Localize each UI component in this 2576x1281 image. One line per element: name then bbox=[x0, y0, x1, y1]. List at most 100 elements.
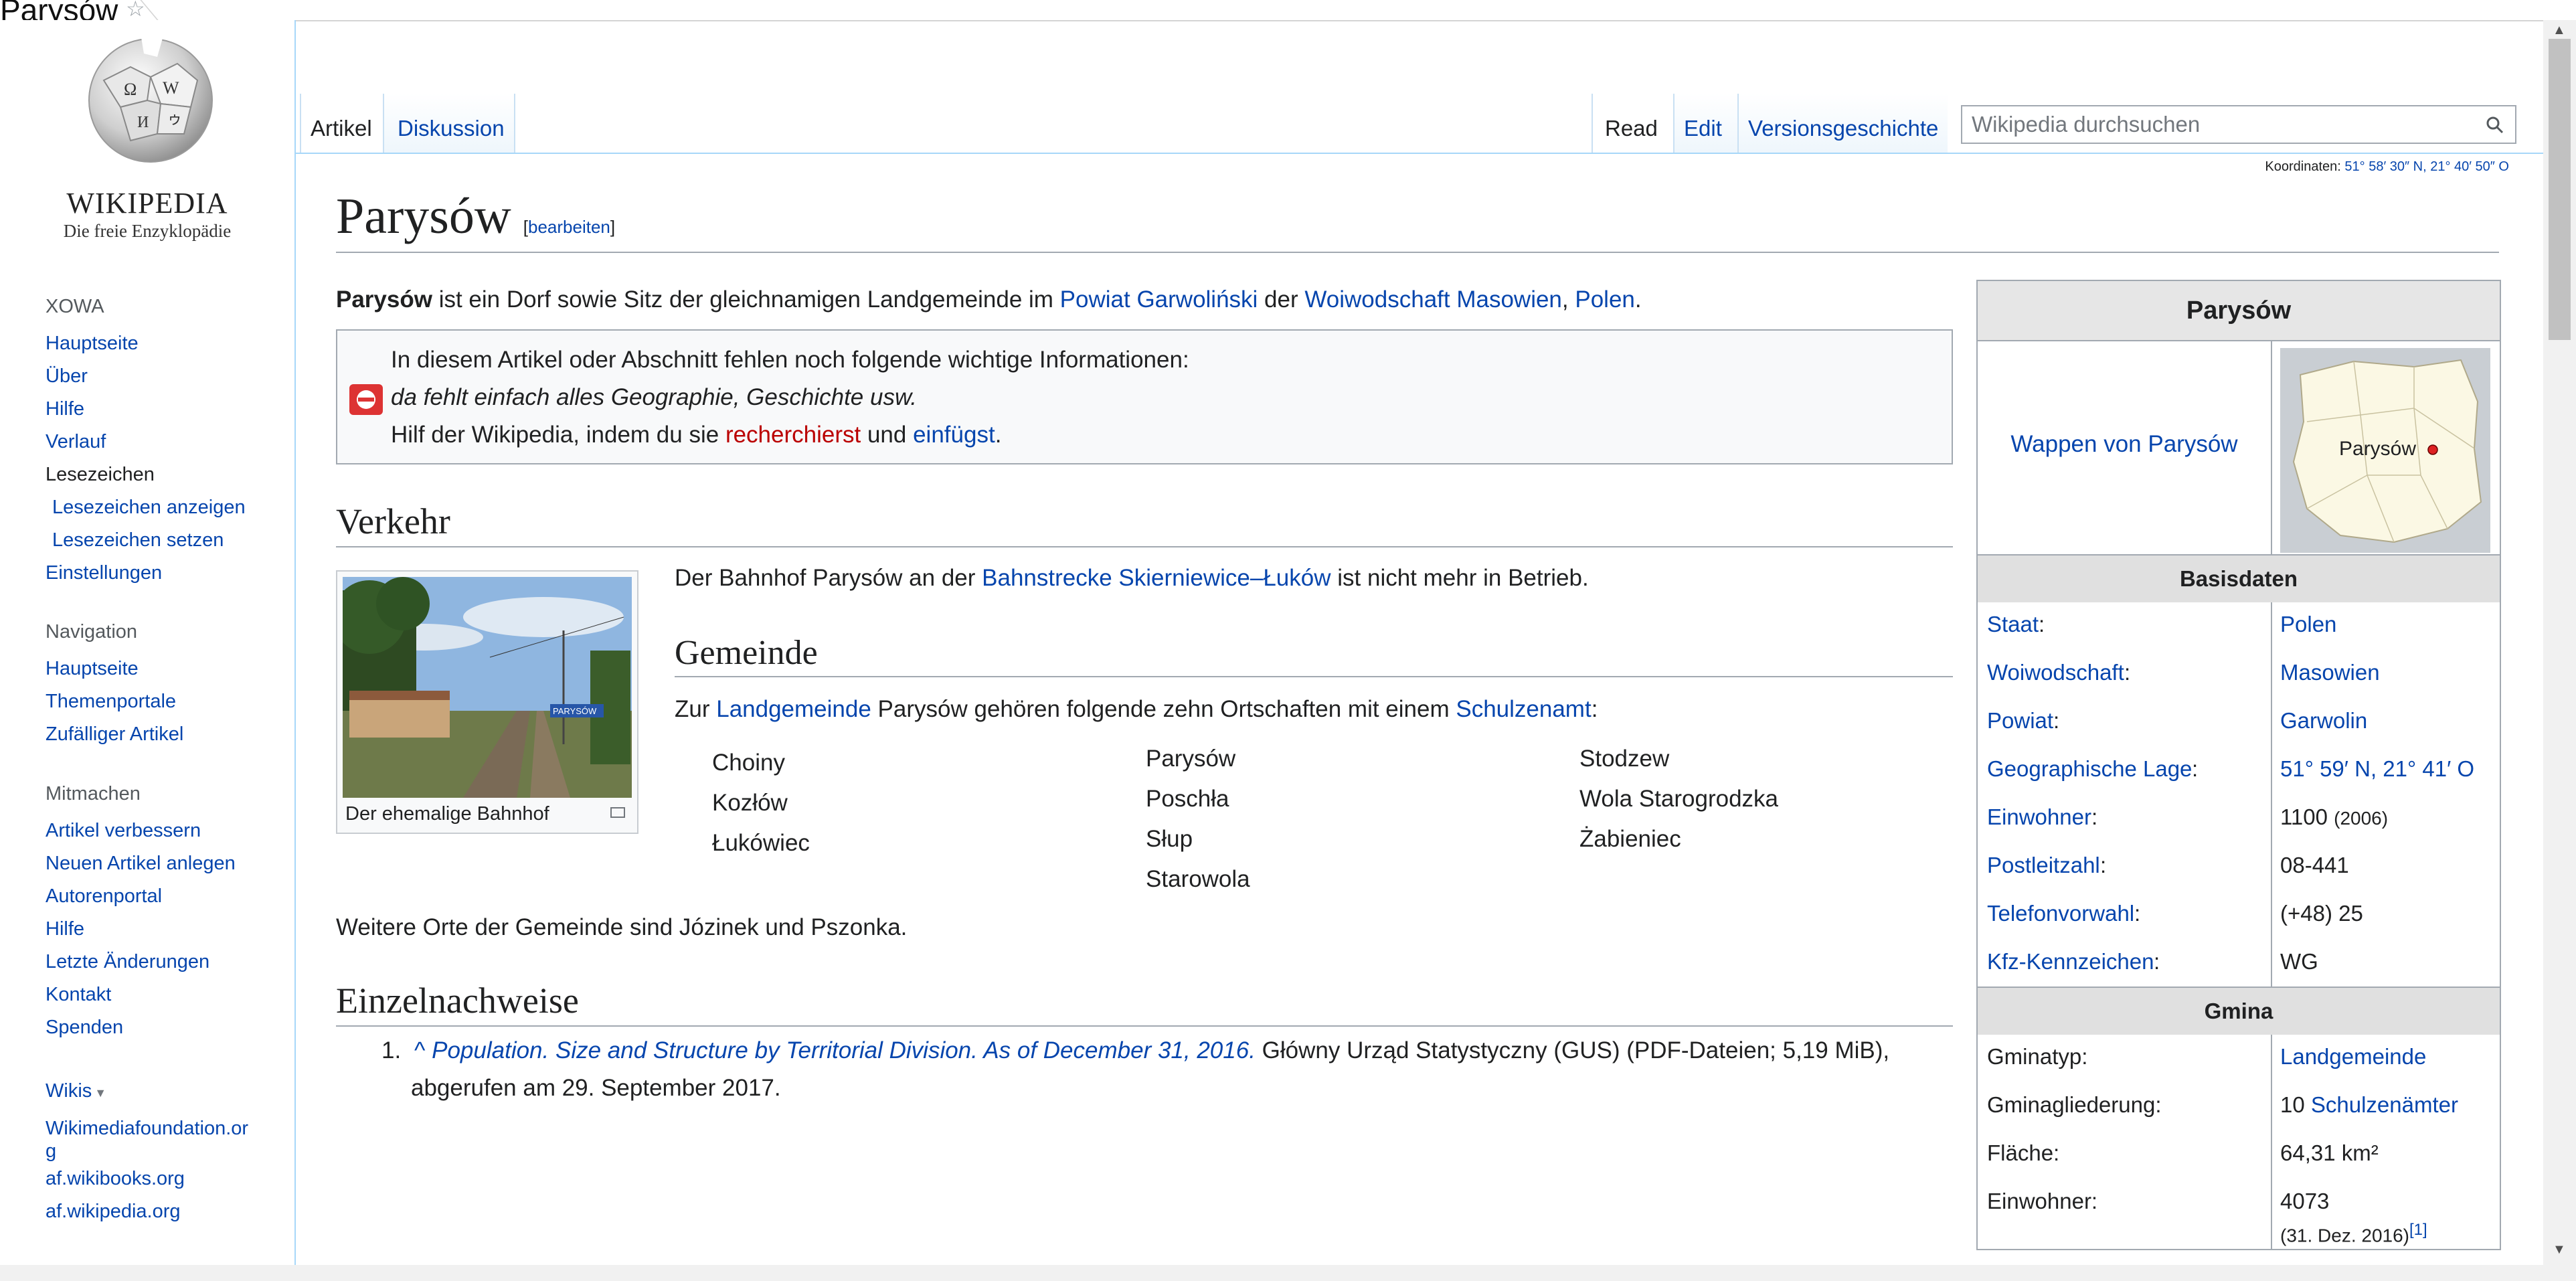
horizontal-scrollbar[interactable] bbox=[0, 1265, 2576, 1281]
infobox-label-lage[interactable]: Geographische Lage bbox=[1987, 756, 2192, 782]
infobox-label-telefonvorwahl[interactable]: Telefonvorwahl bbox=[1987, 901, 2134, 926]
infobox-label-powiat[interactable]: Powiat bbox=[1987, 708, 2053, 734]
logo-tagline: Die freie Enzyklopädie bbox=[63, 221, 232, 241]
sidebar-item-einstellungen[interactable]: Einstellungen bbox=[46, 557, 246, 590]
tab-read[interactable]: Read bbox=[1592, 94, 1673, 154]
search-icon[interactable] bbox=[2484, 114, 2506, 136]
sidebar-item-hauptseite[interactable]: Hauptseite bbox=[46, 327, 246, 360]
infobox-row-gminagliederung: Gminagliederung: 10 Schulzenämter bbox=[1978, 1083, 2500, 1132]
infobox-head-basisdaten: Basisdaten bbox=[1978, 554, 2500, 604]
section-rule bbox=[336, 546, 1953, 547]
edit-link[interactable]: bearbeiten bbox=[528, 217, 610, 237]
weitere-paragraph: Weitere Orte der Gemeinde sind Józinek u… bbox=[336, 914, 908, 940]
sidebar-item-autorenportal[interactable]: Autorenportal bbox=[46, 880, 236, 913]
cell-divider bbox=[2271, 1179, 2272, 1249]
infobox-label-einwohner[interactable]: Einwohner bbox=[1987, 804, 2091, 830]
reference-item: 1. ^ Population. Size and Structure by T… bbox=[381, 1032, 1889, 1070]
tab-article[interactable]: Artikel bbox=[300, 94, 383, 154]
notice-line: Hilf der Wikipedia, indem du sie recherc… bbox=[391, 416, 1189, 454]
places-column-2: Parysów Poschła Słup Starowola bbox=[1146, 739, 1250, 900]
link-einfuegst[interactable]: einfügst bbox=[913, 422, 995, 448]
link-polen[interactable]: Polen bbox=[1575, 286, 1635, 313]
infobox-value-woiwodschaft[interactable]: Masowien bbox=[2280, 660, 2380, 685]
sidebar-item-neuen-artikel[interactable]: Neuen Artikel anlegen bbox=[46, 847, 236, 880]
tab-history[interactable]: Versionsgeschichte bbox=[1737, 94, 1948, 154]
value-text: 1100 bbox=[2280, 804, 2328, 829]
reference-backlink[interactable]: ^ bbox=[414, 1037, 425, 1063]
link-recherchierst[interactable]: recherchierst bbox=[725, 422, 861, 448]
link-woiwodschaft[interactable]: Woiwodschaft Masowien bbox=[1304, 286, 1562, 313]
warning-icon bbox=[349, 384, 383, 415]
sidebar-item-af-wikipedia[interactable]: af.wikipedia.org bbox=[46, 1195, 248, 1228]
link-landgemeinde[interactable]: Landgemeinde bbox=[716, 696, 871, 722]
sidebar-item-af-wikibooks[interactable]: af.wikibooks.org bbox=[46, 1163, 248, 1195]
reference-list: 1. ^ Population. Size and Structure by T… bbox=[381, 1032, 1889, 1107]
sidebar-item-hilfe-mitmachen[interactable]: Hilfe bbox=[46, 913, 236, 946]
infobox-label-staat[interactable]: Staat bbox=[1987, 612, 2039, 637]
sidebar-item-zufaelliger-artikel[interactable]: Zufälliger Artikel bbox=[46, 718, 183, 751]
label-colon: : bbox=[2124, 660, 2131, 685]
sidebar-item-themenportale[interactable]: Themenportale bbox=[46, 685, 183, 718]
footnote-link[interactable]: [1] bbox=[2409, 1221, 2427, 1239]
tab-edge bbox=[140, 0, 185, 20]
logo-wordmark: WIKIPEDIA bbox=[66, 187, 228, 220]
sidebar-item-hilfe[interactable]: Hilfe bbox=[46, 393, 246, 426]
sidebar-item-verlauf[interactable]: Verlauf bbox=[46, 426, 246, 458]
sidebar-item-artikel-verbessern[interactable]: Artikel verbessern bbox=[46, 815, 236, 847]
gemeinde-text: : bbox=[1591, 696, 1598, 722]
link-bahnstrecke[interactable]: Bahnstrecke Skierniewice–Łuków bbox=[982, 565, 1330, 591]
intro-paragraph: Parysów ist ein Dorf sowie Sitz der glei… bbox=[336, 281, 1642, 319]
sidebar-item-wikimediafoundation[interactable]: Wikimediafoundation.or bbox=[46, 1117, 248, 1140]
section-heading-einzelnachweise: Einzelnachweise bbox=[336, 980, 579, 1021]
scroll-down-icon[interactable]: ▼ bbox=[2553, 1242, 2566, 1258]
sidebar-item-letzte-aenderungen[interactable]: Letzte Änderungen bbox=[46, 946, 236, 978]
infobox-value-gminatyp[interactable]: Landgemeinde bbox=[2280, 1044, 2426, 1070]
chevron-down-icon: ▼ bbox=[94, 1086, 107, 1100]
tab-label: Diskussion bbox=[398, 116, 505, 141]
infobox-label-postleitzahl[interactable]: Postleitzahl bbox=[1987, 853, 2100, 878]
missing-info-notice: In diesem Artikel oder Abschnitt fehlen … bbox=[336, 329, 1953, 464]
tab-discussion[interactable]: Diskussion bbox=[383, 94, 515, 154]
location-map[interactable]: Parysów bbox=[2280, 348, 2490, 553]
wikis-dropdown[interactable]: Wikis ▼ bbox=[46, 1080, 248, 1102]
sidebar-item-lesezeichen-anzeigen[interactable]: Lesezeichen anzeigen bbox=[46, 491, 246, 524]
edit-section: [bearbeiten] bbox=[523, 217, 616, 237]
infobox-value-lage[interactable]: 51° 59′ N, 21° 41′ O bbox=[2280, 756, 2474, 782]
link-wappen[interactable]: Wappen von Parysów bbox=[1978, 431, 2271, 458]
sidebar: Ω W И ゥ WIKIPEDIA Die freie Enzyklopädie… bbox=[0, 20, 296, 1265]
scrollbar-thumb[interactable] bbox=[2549, 39, 2571, 340]
tab-edit[interactable]: Edit bbox=[1673, 94, 1737, 154]
infobox-value-powiat[interactable]: Garwolin bbox=[2280, 708, 2367, 734]
sidebar-item-hauptseite-nav[interactable]: Hauptseite bbox=[46, 653, 183, 685]
svg-text:W: W bbox=[163, 78, 179, 98]
infobox-label-woiwodschaft[interactable]: Woiwodschaft bbox=[1987, 660, 2124, 685]
infobox-label-kfz[interactable]: Kfz-Kennzeichen bbox=[1987, 949, 2154, 974]
thumb-caption: Der ehemalige Bahnhof bbox=[345, 803, 549, 825]
infobox-row-powiat: Powiat: Garwolin bbox=[1978, 699, 2500, 748]
link-schulzenamt[interactable]: Schulzenamt bbox=[1456, 696, 1591, 722]
reference-title-link[interactable]: Population. Size and Structure by Territ… bbox=[432, 1037, 1256, 1063]
infobox-value-staat[interactable]: Polen bbox=[2280, 612, 2336, 637]
sidebar-item-lesezeichen-setzen[interactable]: Lesezeichen setzen bbox=[46, 524, 246, 557]
value-prefix: 10 bbox=[2280, 1092, 2311, 1117]
link-schulzenaemter[interactable]: Schulzenämter bbox=[2311, 1092, 2458, 1117]
search-input[interactable] bbox=[1970, 110, 2468, 139]
star-icon[interactable]: ☆ bbox=[126, 0, 145, 21]
section-heading-verkehr: Verkehr bbox=[336, 501, 450, 541]
vertical-scrollbar[interactable]: ▲ ▼ bbox=[2543, 20, 2576, 1265]
sidebar-item-uber[interactable]: Über bbox=[46, 360, 246, 393]
magnify-icon[interactable] bbox=[610, 807, 625, 818]
sidebar-item-wikimediafoundation-wrap[interactable]: g bbox=[46, 1140, 248, 1163]
sidebar-item-kontakt[interactable]: Kontakt bbox=[46, 978, 236, 1011]
link-powiat[interactable]: Powiat Garwoliński bbox=[1060, 286, 1258, 313]
infobox-label-gminagliederung: Gminagliederung: bbox=[1987, 1092, 2162, 1117]
sidebar-item-spenden[interactable]: Spenden bbox=[46, 1011, 236, 1044]
wikipedia-logo[interactable]: Ω W И ゥ WIKIPEDIA Die freie Enzyklopädie bbox=[40, 33, 254, 254]
infobox-row-postleitzahl: Postleitzahl: 08-441 bbox=[1978, 843, 2500, 893]
scroll-up-icon[interactable]: ▲ bbox=[2553, 23, 2566, 38]
infobox-row-staat: Staat: Polen bbox=[1978, 602, 2500, 652]
places-column-1: Choiny Kozłów Łukówiec bbox=[712, 743, 810, 863]
intro-text: ist ein Dorf sowie Sitz der gleichnamige… bbox=[432, 286, 1060, 313]
station-photo[interactable]: PARYSÓW bbox=[343, 577, 632, 798]
place-item: Słup bbox=[1146, 826, 1193, 852]
